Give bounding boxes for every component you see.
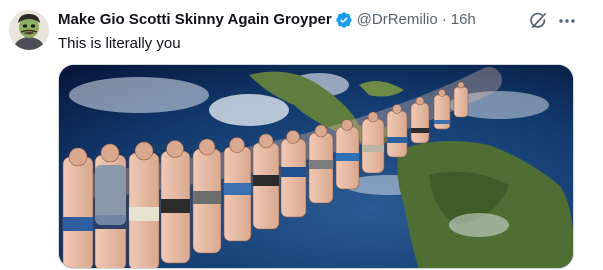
- separator: ·: [441, 11, 447, 28]
- earth-image: [59, 65, 573, 268]
- tweet-text: This is literally you: [58, 35, 181, 52]
- author-handle[interactable]: @DrRemilio: [357, 10, 438, 30]
- verified-badge-icon[interactable]: [335, 11, 353, 29]
- timestamp[interactable]: 16h: [451, 10, 476, 30]
- avatar-image: [9, 10, 49, 50]
- avatar[interactable]: [9, 10, 49, 50]
- tweet-header: Make Gio Scotti Skinny Again Groyper @Dr…: [58, 10, 563, 30]
- author-name[interactable]: Make Gio Scotti Skinny Again Groyper: [58, 10, 332, 30]
- tweet-media-image[interactable]: [58, 64, 574, 269]
- tweet[interactable]: Make Gio Scotti Skinny Again Groyper @Dr…: [0, 0, 603, 270]
- more-options-icon[interactable]: [558, 12, 576, 30]
- grok-icon[interactable]: [529, 11, 548, 30]
